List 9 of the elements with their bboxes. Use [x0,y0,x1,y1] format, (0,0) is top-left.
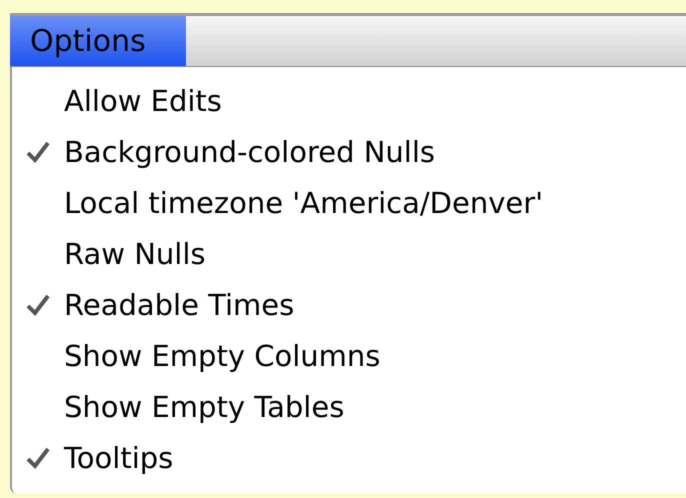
menu-item[interactable]: Background-colored Nulls [64,134,436,168]
menu-item[interactable]: Show Empty Columns [64,338,380,372]
menu-item[interactable]: Local timezone 'America/Denver' [64,186,544,220]
menu-item[interactable]: Tooltips [64,440,174,474]
options-menu[interactable]: Options [10,16,186,66]
menu-item[interactable]: Raw Nulls [64,236,206,270]
menu-item[interactable]: Allow Edits [64,84,222,118]
menu-item[interactable]: Show Empty Tables [64,390,344,424]
menu-item[interactable]: Readable Times [64,288,294,322]
